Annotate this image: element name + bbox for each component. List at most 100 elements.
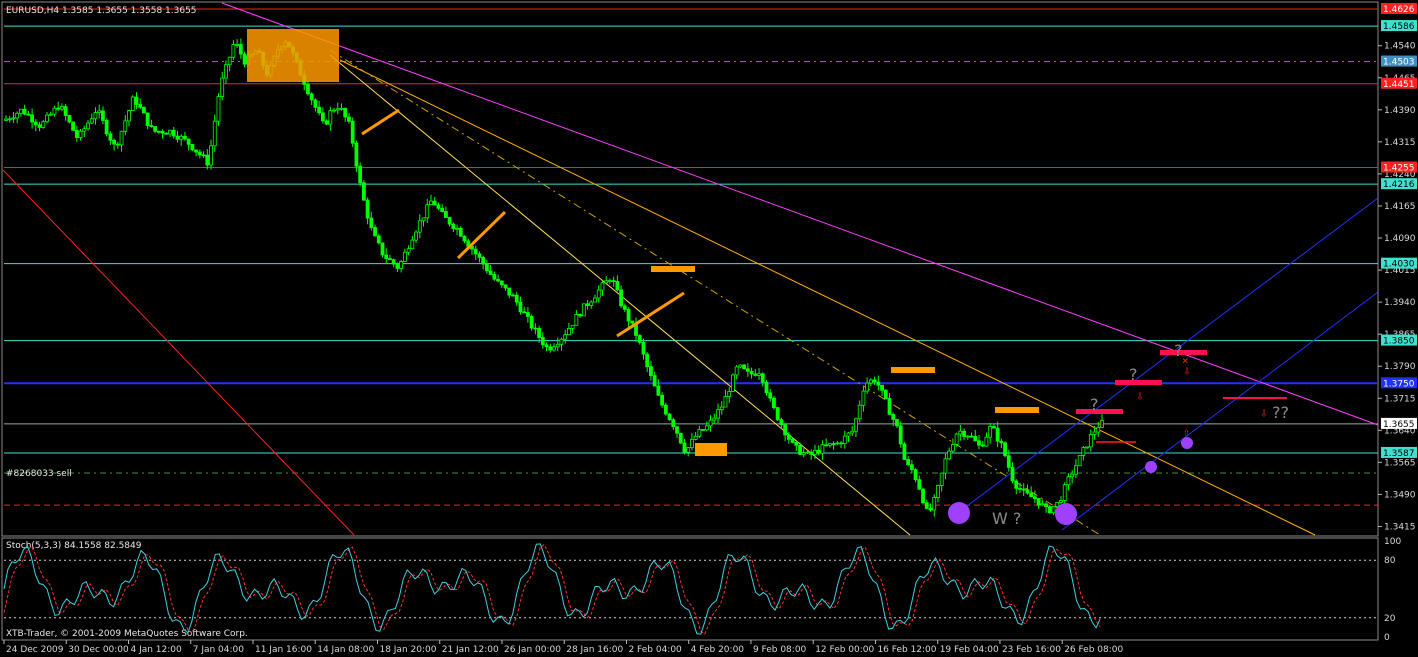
time-tick-label: 19 Feb 04:00 xyxy=(940,645,999,655)
question-mark-4: ?? xyxy=(1272,403,1289,422)
bear-candle xyxy=(1044,503,1048,508)
bear-candle xyxy=(637,335,642,343)
bear-candle xyxy=(436,204,441,209)
bull-candle xyxy=(842,435,847,445)
bear-candle xyxy=(980,444,985,447)
bull-candle xyxy=(574,314,579,326)
bull-candle xyxy=(555,343,560,348)
bull-candle xyxy=(425,204,430,219)
bull-candle xyxy=(857,404,862,420)
bear-candle xyxy=(977,440,981,446)
bull-candle xyxy=(1059,500,1063,503)
bear-candle xyxy=(962,430,966,437)
bear-candle xyxy=(928,507,933,511)
bear-candle xyxy=(186,138,191,145)
bear-candle xyxy=(511,294,515,297)
time-tick-label: 28 Jan 16:00 xyxy=(566,645,623,655)
question-mark-1: ? xyxy=(1090,395,1099,414)
bull-candle xyxy=(988,425,993,438)
time-tick-label: 16 Feb 12:00 xyxy=(877,645,936,655)
stoch-label: Stoch(5,3,3) 84.1558 82.5849 xyxy=(6,541,142,551)
bull-candle xyxy=(738,364,743,368)
bull-candle xyxy=(1040,503,1045,506)
bear-candle xyxy=(622,305,627,310)
bull-candle xyxy=(593,297,597,303)
bear-candle xyxy=(320,112,325,122)
bear-candle xyxy=(816,449,821,454)
bear-candle xyxy=(917,479,922,490)
bear-candle xyxy=(306,84,310,95)
bull-candle xyxy=(984,436,989,447)
time-tick-label: 18 Jan 20:00 xyxy=(379,645,436,655)
bull-candle xyxy=(406,248,411,253)
bear-candle xyxy=(447,217,452,225)
bear-candle xyxy=(451,223,456,230)
bear-candle xyxy=(999,440,1004,444)
bull-candle xyxy=(86,122,90,130)
trading-chart[interactable]: ⇩ ⇩ ⇩ ⇩ ⇧ × W ? ? ? ? ?? EURUSD,H4 1.358… xyxy=(0,0,1418,657)
bear-candle xyxy=(350,120,355,144)
down-arrow-icon: ⇩ xyxy=(1097,416,1105,431)
bull-candle xyxy=(697,429,702,437)
bull-candle xyxy=(936,485,940,498)
level-tag-label: 1.4503 xyxy=(1383,58,1415,68)
bear-candle xyxy=(548,346,553,351)
purple-dot-large-2 xyxy=(1055,503,1077,525)
bear-candle xyxy=(238,44,243,55)
bear-candle xyxy=(678,432,683,444)
bull-candle xyxy=(1077,454,1082,467)
bear-candle xyxy=(343,107,348,118)
time-tick-label: 14 Jan 08:00 xyxy=(317,645,374,655)
bear-candle xyxy=(347,116,351,122)
bear-candle xyxy=(809,451,814,455)
level-tag-label: 1.3750 xyxy=(1383,379,1415,389)
bear-candle xyxy=(619,289,624,307)
bear-candle xyxy=(384,254,389,259)
level-tag-label: 1.4586 xyxy=(1383,22,1415,32)
bull-candle xyxy=(567,327,571,336)
bear-candle xyxy=(458,227,463,237)
bull-candle xyxy=(939,472,944,486)
bear-candle xyxy=(675,426,679,434)
bear-candle xyxy=(138,104,143,108)
bear-candle xyxy=(101,110,105,121)
bear-candle xyxy=(615,281,620,291)
bear-candle xyxy=(667,413,672,421)
bear-candle xyxy=(529,315,534,329)
bull-candle xyxy=(686,447,691,453)
bull-candle xyxy=(600,282,605,291)
chart-background xyxy=(0,0,1418,657)
bull-candle xyxy=(1085,446,1089,449)
bear-candle xyxy=(1032,496,1037,499)
bull-candle xyxy=(339,107,344,110)
bull-candle xyxy=(127,110,131,122)
bear-candle xyxy=(190,143,195,151)
bull-candle xyxy=(421,217,426,222)
bear-candle xyxy=(883,389,888,399)
price-tick-label: 1.3790 xyxy=(1384,362,1416,372)
bull-candle xyxy=(227,56,232,66)
bear-candle xyxy=(745,368,750,372)
bull-candle xyxy=(958,430,963,435)
cross-icon: × xyxy=(1182,354,1189,367)
bull-candle xyxy=(1092,431,1097,436)
bear-candle xyxy=(973,435,978,442)
level-tag-label: 1.4626 xyxy=(1383,5,1415,15)
bear-candle xyxy=(71,121,76,131)
bear-candle xyxy=(242,53,247,65)
bull-candle xyxy=(220,77,225,97)
bear-candle xyxy=(779,419,784,426)
bear-candle xyxy=(108,133,113,141)
bull-candle xyxy=(41,121,46,128)
price-tick-label: 1.4165 xyxy=(1384,202,1416,212)
bear-candle xyxy=(112,139,117,145)
bear-candle xyxy=(499,280,504,286)
price-tick-label: 1.4315 xyxy=(1384,138,1416,148)
bear-candle xyxy=(145,112,150,126)
bull-candle xyxy=(813,449,817,455)
bear-candle xyxy=(488,270,493,275)
bull-candle xyxy=(805,451,810,454)
bear-candle xyxy=(1036,498,1041,506)
price-tick-label: 1.4090 xyxy=(1384,234,1416,244)
bear-candle xyxy=(309,93,314,101)
